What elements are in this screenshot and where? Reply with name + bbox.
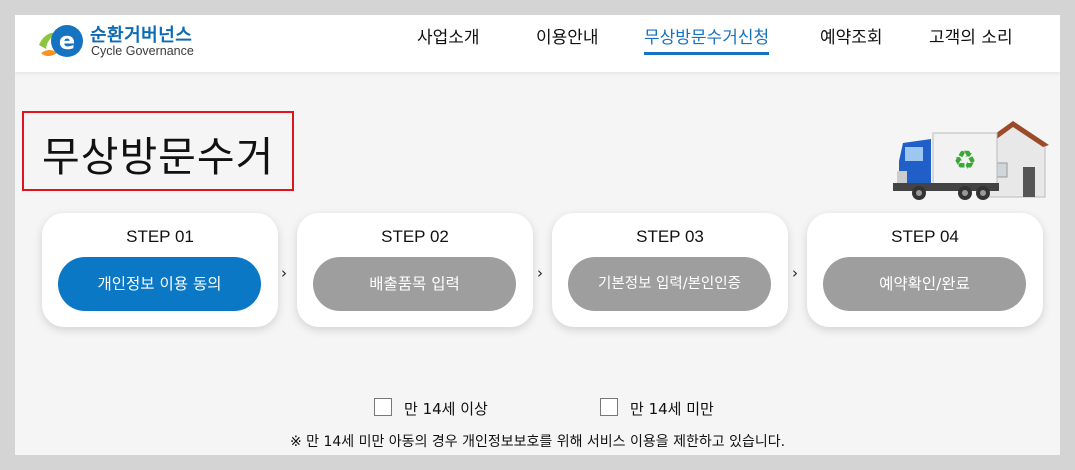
step-arrow-icon: › xyxy=(281,264,287,282)
step-02-button[interactable]: 배출품목 입력 xyxy=(313,257,516,311)
step-arrow-icon: › xyxy=(537,264,543,282)
svg-text:e: e xyxy=(59,27,75,55)
step-02: STEP 02 배출품목 입력 xyxy=(297,213,533,327)
step-02-label: STEP 02 xyxy=(381,227,449,246)
nav-free-pickup[interactable]: 무상방문수거신청 xyxy=(644,23,770,55)
nav-feedback[interactable]: 고객의 소리 xyxy=(929,23,1013,53)
step-03-label: STEP 03 xyxy=(636,227,704,246)
step-03-button[interactable]: 기본정보 입력/본인인증 xyxy=(568,257,771,311)
step-01: STEP 01 개인정보 이용 동의 xyxy=(42,213,278,327)
age-14-under-label[interactable]: 만 14세 미만 xyxy=(630,398,714,419)
step-01-button[interactable]: 개인정보 이용 동의 xyxy=(58,257,261,311)
step-arrow-icon: › xyxy=(792,264,798,282)
title-highlight-box: 무상방문수거 xyxy=(22,111,294,191)
logo-link[interactable]: e 순환거버넌스 Cycle Governance xyxy=(37,19,237,67)
page-title: 무상방문수거 xyxy=(42,133,275,181)
step-04-button[interactable]: 예약확인/완료 xyxy=(823,257,1026,311)
brand-subtitle: Cycle Governance xyxy=(91,44,194,58)
logo-icon: e xyxy=(39,25,83,57)
page-frame: e 순환거버넌스 Cycle Governance 사업소개 이용안내 무상방문… xyxy=(15,15,1060,455)
nav-guide[interactable]: 이용안내 xyxy=(536,23,599,53)
nav-about[interactable]: 사업소개 xyxy=(417,23,480,53)
recycling-truck-illustration: ♻ xyxy=(893,121,1049,200)
nav-reservation[interactable]: 예약조회 xyxy=(820,23,883,53)
age-restriction-notice: ※ 만 14세 미만 아동의 경우 개인정보보호를 위해 서비스 이용을 제한하… xyxy=(289,434,786,450)
step-04: STEP 04 예약확인/완료 xyxy=(807,213,1043,327)
step-01-label: STEP 01 xyxy=(126,227,194,246)
step-03: STEP 03 기본정보 입력/본인인증 xyxy=(552,213,788,327)
age-14-over-checkbox[interactable] xyxy=(374,398,392,416)
step-04-label: STEP 04 xyxy=(891,227,959,246)
age-14-over-label[interactable]: 만 14세 이상 xyxy=(404,398,488,419)
svg-text:♻: ♻ xyxy=(953,146,976,176)
header: e 순환거버넌스 Cycle Governance 사업소개 이용안내 무상방문… xyxy=(15,15,1060,72)
age-14-under-checkbox[interactable] xyxy=(600,398,618,416)
